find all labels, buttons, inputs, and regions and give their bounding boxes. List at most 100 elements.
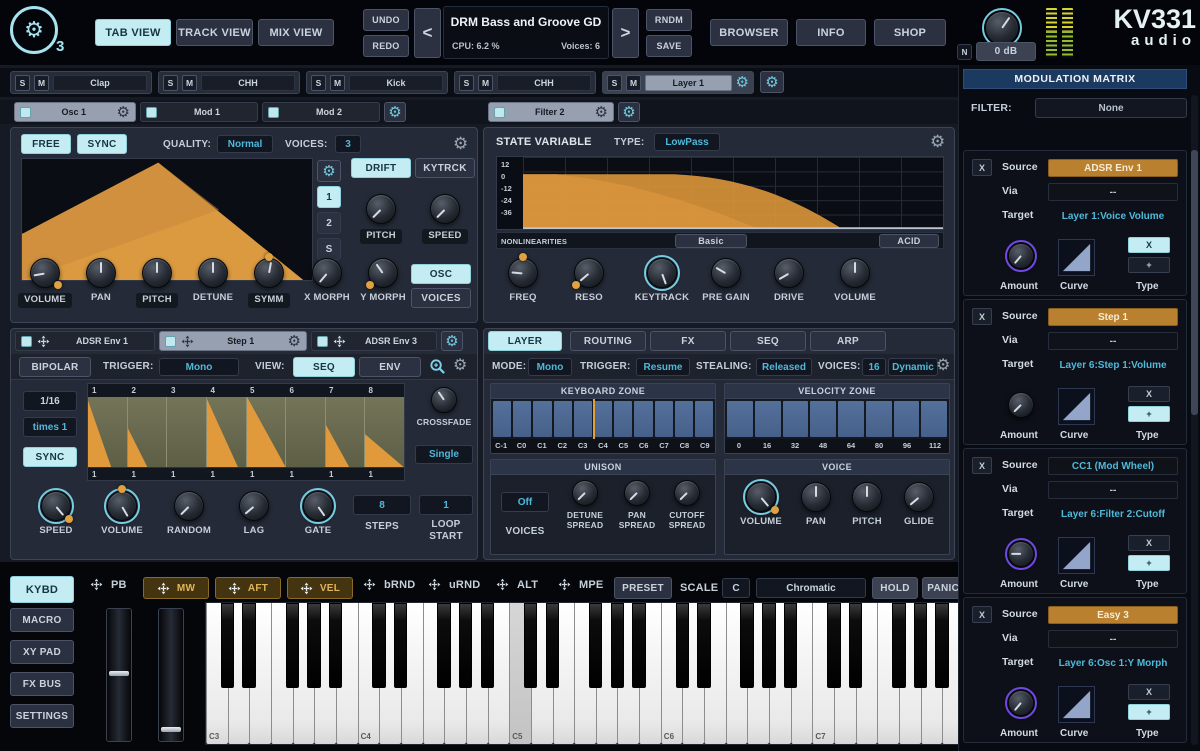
filter-drive-knob[interactable] [774, 258, 804, 288]
piano-black-key[interactable] [242, 603, 255, 688]
zone-segment[interactable] [838, 401, 864, 437]
seq-times-value[interactable]: times 1 [23, 417, 77, 437]
layer-trigger-value[interactable]: Resume [636, 358, 690, 376]
mod-tab-step1-selected[interactable]: Step 1 ⚙ [159, 331, 307, 351]
osc-symm-knob[interactable] [254, 258, 284, 288]
amount-knob[interactable] [1008, 541, 1034, 567]
preset-prev-button[interactable]: < [414, 8, 441, 58]
amount-knob[interactable] [1008, 690, 1034, 716]
filter-response-display[interactable]: 12 0 -12 -24 -36 [496, 156, 944, 230]
output-level-value[interactable]: 0 dB [976, 42, 1036, 61]
piano-black-key[interactable] [914, 603, 927, 688]
mute-button[interactable]: M [182, 75, 197, 91]
voice-volume-knob[interactable] [746, 482, 776, 512]
voice-pan-knob[interactable] [801, 482, 831, 512]
tab-view-button[interactable]: TAB VIEW [95, 19, 171, 46]
hold-button[interactable]: HOLD [872, 577, 918, 599]
tab-arp[interactable]: ARP [810, 331, 886, 351]
amount-knob[interactable] [1008, 392, 1034, 418]
tab-seq[interactable]: SEQ [730, 331, 806, 351]
track-strip[interactable]: S M Clap [10, 71, 152, 94]
scale-key-value[interactable]: C [722, 578, 750, 598]
crossfade-value[interactable]: Single [415, 445, 473, 464]
module-osc1[interactable]: Osc 1 ⚙ [14, 102, 136, 122]
piano-black-key[interactable] [762, 603, 775, 688]
osc-mode-osc-button[interactable]: OSC [411, 264, 471, 284]
quality-value[interactable]: Normal [217, 135, 273, 153]
undo-button[interactable]: UNDO [363, 9, 409, 31]
voice-glide-knob[interactable] [904, 482, 934, 512]
voice-pitch-knob[interactable] [852, 482, 882, 512]
tab-routing[interactable]: ROUTING [570, 331, 646, 351]
piano-black-key[interactable] [221, 603, 234, 688]
step-cell[interactable] [326, 397, 366, 467]
unison-voices-value[interactable]: Off [501, 492, 549, 512]
osc1-gear-icon[interactable]: ⚙ [117, 105, 130, 120]
dynamic-value[interactable]: Dynamic [888, 358, 938, 376]
type-plus-button[interactable]: + [1128, 257, 1170, 273]
osc-xmorph-knob[interactable] [312, 258, 342, 288]
acid-button[interactable]: ACID [879, 234, 939, 248]
view-seq-button[interactable]: SEQ [293, 357, 355, 377]
scale-name-value[interactable]: Chromatic [756, 578, 866, 598]
wave-slot-1-button[interactable]: 1 [317, 186, 341, 208]
track-strip[interactable]: S M Kick [306, 71, 448, 94]
piano-black-key[interactable] [329, 603, 342, 688]
step-cell[interactable] [365, 397, 404, 467]
kybd-button[interactable]: KYBD [10, 576, 74, 603]
pb-control[interactable]: PB [90, 578, 127, 591]
track-view-button[interactable]: TRACK VIEW [176, 19, 253, 46]
mpe-control[interactable]: MPE [558, 578, 603, 591]
mod-tab-adsr1[interactable]: ADSR Env 1 [15, 331, 155, 351]
step-cell[interactable] [286, 397, 326, 467]
zone-segment[interactable] [783, 401, 809, 437]
zone-segment[interactable] [594, 401, 612, 437]
curve-display[interactable] [1058, 239, 1095, 276]
tab-layer[interactable]: LAYER [488, 331, 562, 351]
zone-segment[interactable] [574, 401, 592, 437]
osc-detune-knob[interactable] [198, 258, 228, 288]
filter-pregain-knob[interactable] [711, 258, 741, 288]
redo-button[interactable]: REDO [363, 35, 409, 57]
shop-button[interactable]: SHOP [874, 19, 946, 46]
piano-black-key[interactable] [676, 603, 689, 688]
zone-segment[interactable] [493, 401, 511, 437]
crossfade-knob[interactable] [431, 387, 457, 413]
piano-black-key[interactable] [935, 603, 948, 688]
mod-wheel[interactable] [158, 608, 184, 742]
slot-delete-button[interactable]: X [972, 606, 992, 623]
preset-display[interactable]: DRM Bass and Groove GD CPU: 6.2 % Voices… [443, 6, 609, 59]
mod-trigger-value[interactable]: Mono [159, 358, 239, 376]
xypad-button[interactable]: XY PAD [10, 640, 74, 664]
osc-pitch-knob[interactable] [142, 258, 172, 288]
via-value[interactable]: -- [1048, 183, 1178, 201]
curve-display[interactable] [1058, 388, 1095, 425]
piano-black-key[interactable] [286, 603, 299, 688]
source-value[interactable]: Step 1 [1048, 308, 1178, 326]
track-strip[interactable]: S M CHH [158, 71, 300, 94]
piano-black-key[interactable] [827, 603, 840, 688]
adsr1-enable-checkbox[interactable] [21, 336, 32, 347]
source-value[interactable]: Easy 3 [1048, 606, 1178, 624]
info-button[interactable]: INFO [796, 19, 866, 46]
urnd-control[interactable]: uRND [428, 578, 480, 591]
filter-keytrack-knob[interactable] [647, 258, 677, 288]
seq-random-knob[interactable] [174, 491, 204, 521]
solo-button[interactable]: S [311, 75, 326, 91]
piano-black-key[interactable] [372, 603, 385, 688]
wave-gear-button[interactable]: ⚙ [317, 160, 341, 182]
seq-speed-knob[interactable] [41, 491, 71, 521]
mod2-enable-checkbox[interactable] [268, 107, 279, 118]
filter-volume-knob[interactable] [840, 258, 870, 288]
step-cell[interactable] [128, 397, 168, 467]
save-button[interactable]: SAVE [646, 35, 692, 57]
type-x-button[interactable]: X [1128, 535, 1170, 551]
piano-black-key[interactable] [784, 603, 797, 688]
piano-black-key[interactable] [459, 603, 472, 688]
piano-black-key[interactable] [740, 603, 753, 688]
fxbus-button[interactable]: FX BUS [10, 672, 74, 696]
cutoff-spread-knob[interactable] [674, 480, 700, 506]
seq-sync-button[interactable]: SYNC [23, 447, 77, 467]
module-mod2[interactable]: Mod 2 [262, 102, 380, 122]
osc-ymorph-knob[interactable] [368, 258, 398, 288]
